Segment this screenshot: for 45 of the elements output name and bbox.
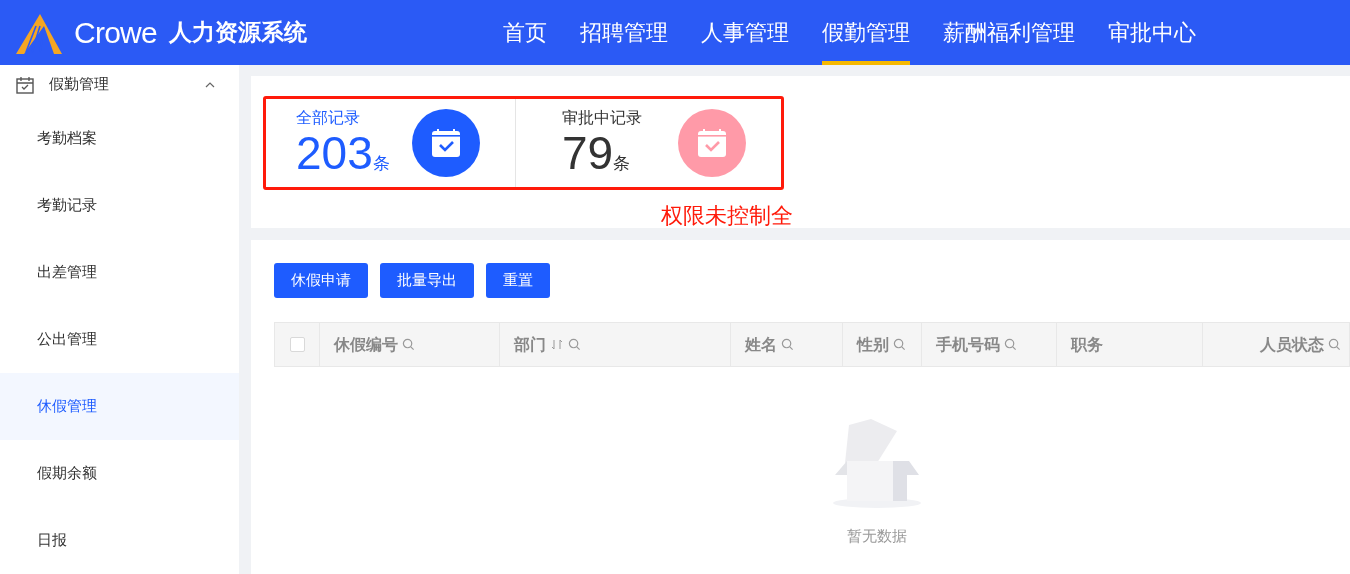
stat-value: 79 — [562, 128, 614, 178]
sort-icon[interactable] — [550, 338, 564, 351]
menu-item[interactable]: 公出管理 — [0, 306, 239, 373]
stat-unit: 条 — [372, 153, 390, 175]
search-icon[interactable] — [568, 338, 581, 351]
column-header: 职务 — [1071, 334, 1103, 355]
nav-tab[interactable]: 招聘管理 — [580, 0, 668, 65]
calendar-icon — [15, 74, 35, 95]
menu-item[interactable]: 出差管理 — [0, 239, 239, 306]
nav-tab[interactable]: 薪酬福利管理 — [943, 0, 1075, 65]
brand-name: Crowe — [74, 17, 157, 48]
menu-item[interactable]: 假期余额 — [0, 440, 239, 507]
nav-tab[interactable]: 人事管理 — [701, 0, 789, 65]
search-icon[interactable] — [781, 338, 794, 351]
nav-tab[interactable]: 首页 — [503, 0, 547, 65]
empty-box-icon — [831, 417, 923, 509]
menu-item[interactable]: 日报 — [0, 507, 239, 574]
menu-item[interactable]: 考勤档案 — [0, 105, 239, 172]
search-icon[interactable] — [1004, 338, 1017, 351]
menu-item[interactable]: 休假管理 — [0, 373, 239, 440]
column-header: 人员状态 — [1260, 334, 1324, 355]
stat-unit: 条 — [613, 153, 631, 175]
annotation-text: 权限未控制全 — [661, 203, 794, 229]
toolbar-button[interactable]: 重置 — [486, 263, 550, 298]
column-header: 休假编号 — [334, 334, 398, 355]
stat-value: 203 — [296, 128, 373, 178]
nav-tab[interactable]: 审批中心 — [1108, 0, 1196, 65]
search-icon[interactable] — [402, 338, 415, 351]
column-header: 手机号码 — [936, 334, 1000, 355]
toolbar-button[interactable]: 批量导出 — [380, 263, 474, 298]
system-name: 人力资源系统 — [168, 18, 307, 48]
checkbox[interactable] — [289, 337, 305, 352]
stat-label: 审批中记录 — [562, 108, 643, 128]
menu-group[interactable]: 假勤管理 — [0, 64, 239, 105]
column-header: 部门 — [514, 334, 546, 355]
toolbar-button[interactable]: 休假申请 — [274, 263, 368, 298]
empty-text: 暂无数据 — [847, 526, 907, 546]
nav-tab[interactable]: 假勤管理 — [822, 0, 910, 65]
menu-item[interactable]: 考勤记录 — [0, 172, 239, 239]
stat-label: 全部记录 — [296, 108, 361, 128]
column-header: 性别 — [857, 334, 889, 355]
search-icon[interactable] — [893, 338, 906, 351]
chevron-icon — [204, 80, 216, 89]
search-icon[interactable] — [1328, 338, 1341, 351]
column-header: 姓名 — [745, 334, 777, 355]
